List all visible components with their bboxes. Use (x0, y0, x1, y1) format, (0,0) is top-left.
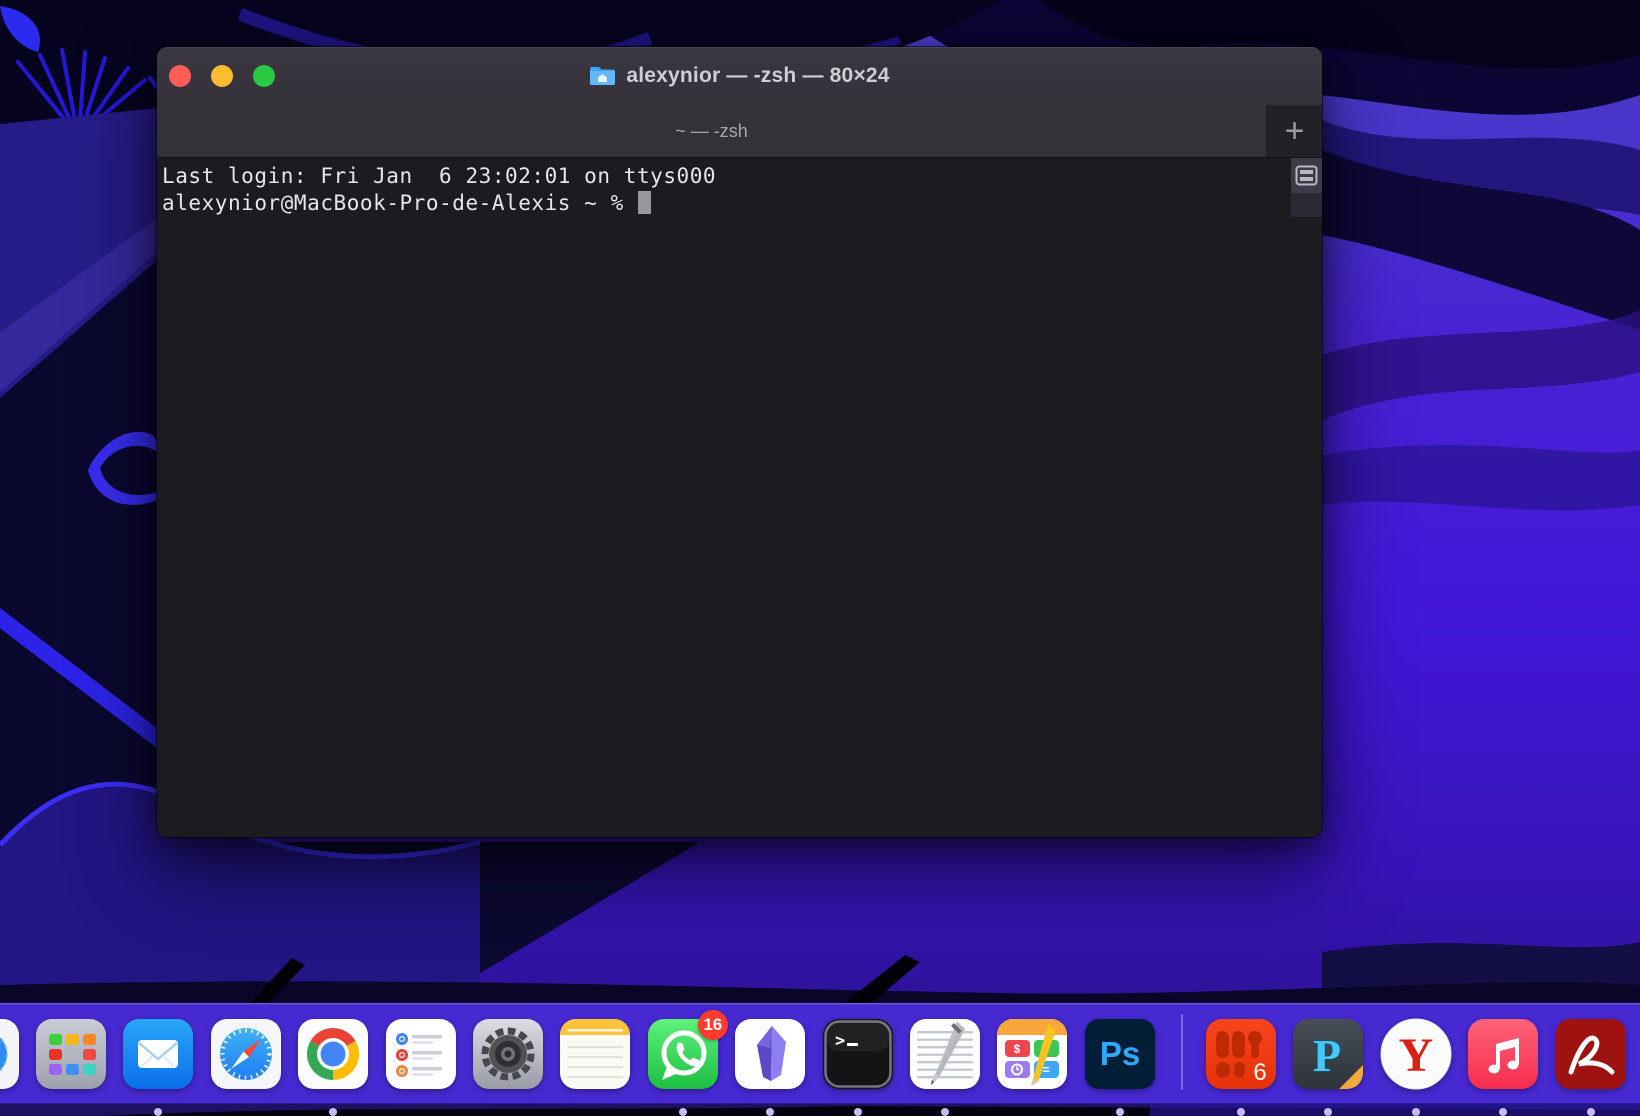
tab-bar: ~ — -zsh + (157, 105, 1322, 158)
acrobat-icon (1555, 1018, 1627, 1090)
safari-icon (210, 1018, 282, 1090)
dock-item-system-preferences[interactable] (472, 1018, 544, 1090)
running-indicator (1587, 1108, 1595, 1116)
notification-badge: 16 (698, 1010, 728, 1040)
split-pane-button[interactable] (1291, 158, 1322, 193)
dock-item-chrome[interactable] (297, 1018, 369, 1090)
svg-text:>: > (835, 1031, 845, 1051)
running-indicator (854, 1108, 862, 1116)
textedit-icon (909, 1018, 981, 1090)
terminal-cursor (638, 191, 651, 214)
yandex-browser-icon: Y (1380, 1018, 1452, 1090)
running-indicator (1237, 1108, 1245, 1116)
svg-text:Y: Y (1398, 1029, 1433, 1082)
zoom-button[interactable] (253, 65, 275, 87)
dock-item-textedit[interactable] (909, 1018, 981, 1090)
dock-item-launchpad[interactable] (35, 1018, 107, 1090)
svg-text:P: P (1313, 1030, 1341, 1081)
svg-text:Ps: Ps (1100, 1035, 1140, 1072)
close-button[interactable] (169, 65, 191, 87)
terminal-body: Last login: Fri Jan 6 23:02:01 on ttys00… (162, 163, 1322, 217)
orange-app-icon: 6 (1205, 1018, 1277, 1090)
terminal-line: Last login: Fri Jan 6 23:02:01 on ttys00… (162, 163, 1322, 190)
running-indicator (1116, 1108, 1124, 1116)
new-tab-button[interactable]: + (1267, 105, 1322, 157)
dock-item-acrobat[interactable] (1555, 1018, 1627, 1090)
tab-title: ~ — -zsh (675, 121, 748, 142)
terminal-icon: > (822, 1018, 894, 1090)
scrollbar-track[interactable] (1291, 193, 1322, 217)
dock-item-reminders[interactable] (385, 1018, 457, 1090)
dock-item-yandex-browser[interactable]: Y (1380, 1018, 1452, 1090)
tab-zsh[interactable]: ~ — -zsh (157, 105, 1267, 157)
dock-item-money-app[interactable]: $= (996, 1018, 1068, 1090)
launchpad-icon (35, 1018, 107, 1090)
terminal-window: alexynior — -zsh — 80×24 ~ — -zsh + Last… (157, 47, 1322, 837)
dock-item-obsidian[interactable] (734, 1018, 806, 1090)
money-app-icon: $= (996, 1018, 1068, 1090)
dock: 16 > $= Ps 6 P Y (0, 1003, 1640, 1104)
chrome-icon (297, 1018, 369, 1090)
obsidian-icon (734, 1018, 806, 1090)
partial-app-icon (0, 1018, 20, 1090)
photoshop-icon: Ps (1084, 1018, 1156, 1090)
system-preferences-icon (472, 1018, 544, 1090)
dock-item-photoshop[interactable]: Ps (1084, 1018, 1156, 1090)
dock-item-partial-app[interactable] (0, 1018, 20, 1090)
reminders-icon (385, 1018, 457, 1090)
dock-item-apple-music[interactable] (1467, 1018, 1539, 1090)
apple-music-icon (1467, 1018, 1539, 1090)
svg-text:6: 6 (1253, 1059, 1266, 1086)
traffic-lights (169, 47, 275, 105)
mail-icon (122, 1018, 194, 1090)
window-titlebar[interactable]: alexynior — -zsh — 80×24 (157, 47, 1322, 105)
p-app-icon: P (1292, 1018, 1364, 1090)
home-folder-icon[interactable] (589, 65, 616, 87)
dock-item-notes[interactable] (559, 1018, 631, 1090)
svg-text:$: $ (1014, 1042, 1021, 1056)
dock-separator (1181, 1014, 1183, 1090)
terminal-content[interactable]: Last login: Fri Jan 6 23:02:01 on ttys00… (157, 158, 1322, 837)
window-title: alexynior — -zsh — 80×24 (626, 64, 889, 88)
dock-item-safari[interactable] (210, 1018, 282, 1090)
dock-item-mail[interactable] (122, 1018, 194, 1090)
dock-item-terminal[interactable]: > (822, 1018, 894, 1090)
dock-item-whatsapp[interactable]: 16 (647, 1018, 719, 1090)
split-pane-icon (1295, 165, 1318, 186)
running-indicator (941, 1108, 949, 1116)
notes-icon (559, 1018, 631, 1090)
minimize-button[interactable] (211, 65, 233, 87)
running-indicator (679, 1108, 687, 1116)
running-indicator (1412, 1108, 1420, 1116)
dock-item-orange-app[interactable]: 6 (1205, 1018, 1277, 1090)
dock-item-p-app[interactable]: P (1292, 1018, 1364, 1090)
terminal-line: alexynior@MacBook-Pro-de-Alexis ~ % (162, 190, 1322, 217)
